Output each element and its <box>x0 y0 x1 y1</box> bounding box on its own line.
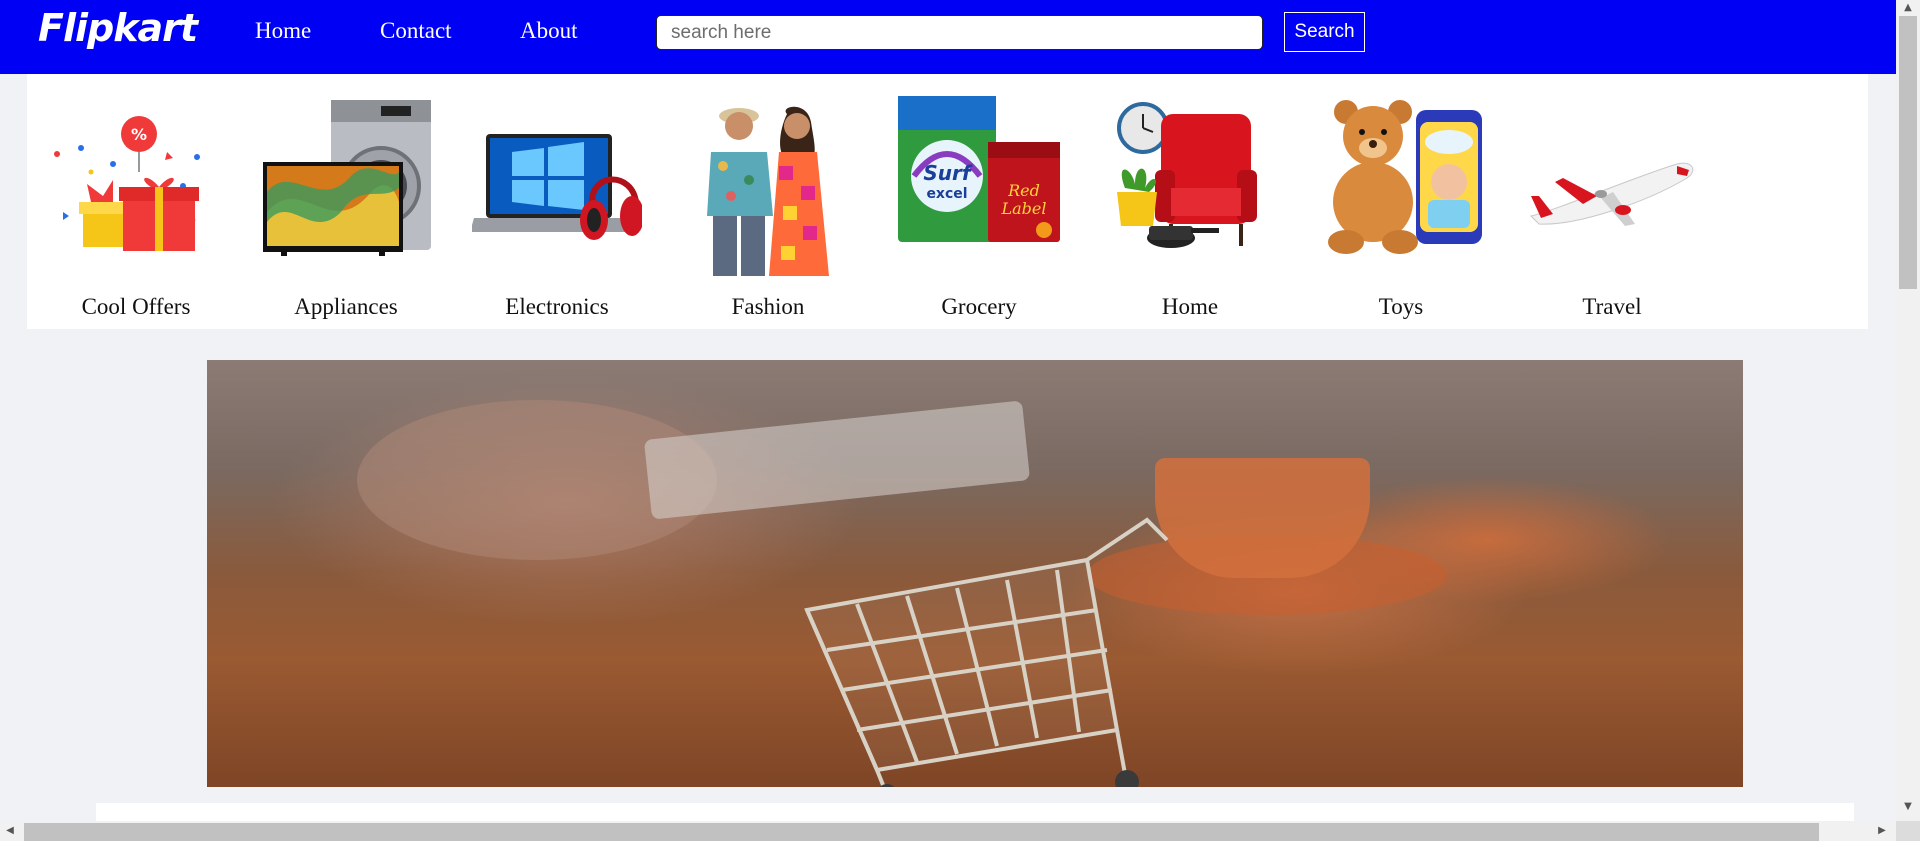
scroll-left-icon[interactable]: ◀ <box>0 821 20 841</box>
svg-text:%: % <box>131 125 147 144</box>
category-toys[interactable]: Toys <box>1316 74 1486 329</box>
vertical-scrollbar-thumb[interactable] <box>1899 16 1917 289</box>
hero-banner[interactable] <box>207 360 1743 787</box>
airplane-icon <box>1530 162 1694 226</box>
content-section <box>96 803 1854 823</box>
armchair-plant-icon <box>1117 102 1257 248</box>
scroll-right-icon[interactable]: ▶ <box>1872 821 1892 841</box>
category-label: Grocery <box>941 294 1017 319</box>
category-label: Home <box>1161 294 1219 319</box>
category-appliances[interactable]: Appliances <box>261 74 431 329</box>
category-electronics[interactable]: Electronics <box>472 74 642 329</box>
horizontal-scrollbar-thumb[interactable] <box>24 823 1819 841</box>
search-input[interactable] <box>656 15 1263 50</box>
category-label: Toys <box>1378 294 1424 319</box>
svg-text:Surf: Surf <box>923 161 973 185</box>
fashion-models-icon <box>707 106 829 276</box>
svg-text:Label: Label <box>1001 199 1047 218</box>
shopping-cart-icon <box>804 517 1169 787</box>
svg-text:Red: Red <box>1007 181 1040 200</box>
teddy-bear-diapers-icon <box>1328 100 1482 254</box>
category-grocery[interactable]: Surf excel Red Label Grocery <box>894 74 1064 329</box>
category-cool-offers[interactable]: % Cool Offers <box>51 74 221 329</box>
gift-offers-icon: % <box>54 116 200 251</box>
search-button[interactable]: Search <box>1284 12 1365 52</box>
tv-washing-machine-icon <box>263 100 431 256</box>
laptop-headphones-icon <box>472 134 642 240</box>
svg-text:excel: excel <box>926 186 967 202</box>
category-label: Travel <box>1582 294 1642 319</box>
category-label: Appliances <box>294 294 398 319</box>
category-label: Electronics <box>505 294 609 319</box>
category-home[interactable]: Home <box>1105 74 1275 329</box>
nav-link-contact[interactable]: Contact <box>380 18 452 44</box>
scrollbar-corner <box>1896 821 1920 841</box>
category-label: Cool Offers <box>81 294 191 319</box>
flipkart-logo[interactable]: Flipkart <box>38 6 198 50</box>
navbar: Flipkart Home Contact About Search <box>0 0 1896 74</box>
scroll-down-icon[interactable]: ▼ <box>1896 799 1920 815</box>
nav-link-about[interactable]: About <box>520 18 578 44</box>
category-travel[interactable]: Travel <box>1527 74 1697 329</box>
category-fashion[interactable]: Fashion <box>683 74 853 329</box>
category-strip: % Cool Offers Appliances Electronics Fas… <box>27 74 1868 329</box>
scroll-up-icon[interactable]: ▲ <box>1896 0 1920 16</box>
nav-link-home[interactable]: Home <box>255 18 311 44</box>
detergent-tea-icon: Surf excel Red Label <box>898 96 1060 242</box>
category-label: Fashion <box>731 294 805 319</box>
